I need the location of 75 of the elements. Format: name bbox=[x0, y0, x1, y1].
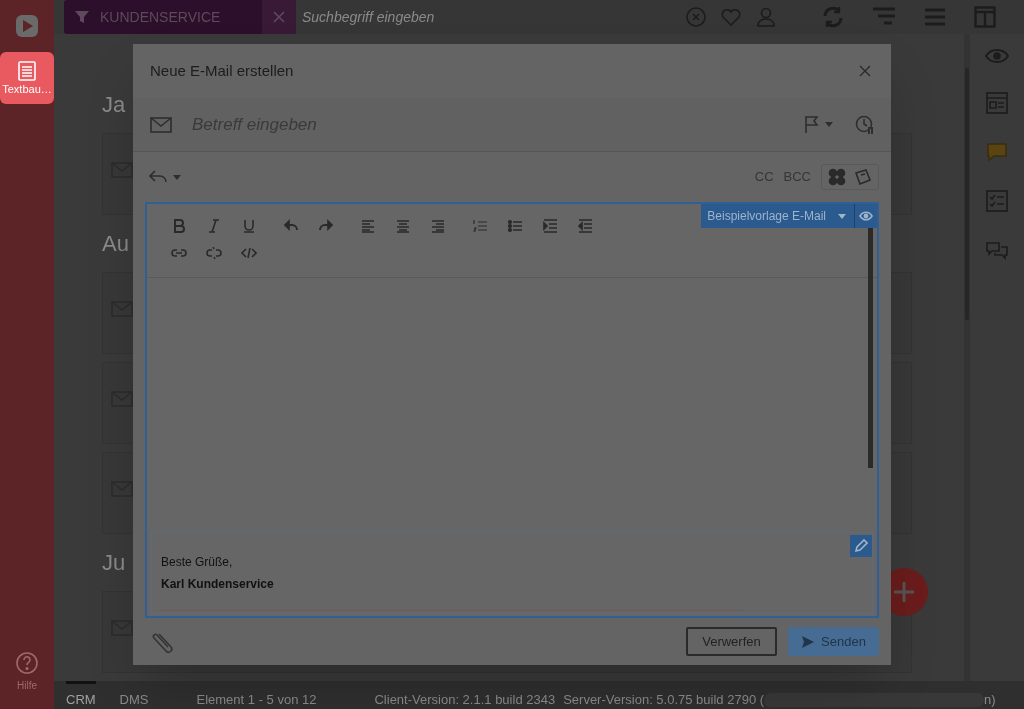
code-icon[interactable] bbox=[241, 246, 257, 260]
reply-button[interactable] bbox=[149, 170, 181, 184]
app-logo-icon bbox=[15, 14, 39, 38]
align-left-icon[interactable] bbox=[361, 219, 375, 233]
server-version: Server-Version: 5.0.75 build 2790 ( bbox=[563, 691, 765, 709]
redo-icon[interactable] bbox=[319, 219, 333, 233]
textblocks-button[interactable]: Textbau… bbox=[0, 52, 54, 104]
clock-icon[interactable] bbox=[855, 114, 875, 135]
scrollbar-thumb[interactable] bbox=[868, 228, 873, 468]
document-icon bbox=[17, 61, 37, 81]
help-icon bbox=[16, 652, 38, 674]
caret-icon bbox=[173, 174, 181, 180]
bold-icon[interactable] bbox=[172, 219, 186, 233]
help-button[interactable]: Hilfe bbox=[16, 652, 38, 693]
paging-text: Element 1 - 5 von 12 bbox=[196, 691, 317, 709]
dialog-title: Neue E-Mail erstellen bbox=[150, 60, 295, 81]
grid-icon[interactable] bbox=[828, 168, 846, 186]
caret-icon bbox=[825, 122, 833, 127]
align-center-icon[interactable] bbox=[396, 219, 410, 233]
close-icon bbox=[859, 65, 871, 77]
user-icon[interactable] bbox=[756, 7, 776, 27]
envelope-icon bbox=[111, 301, 133, 317]
section-heading: Ja bbox=[102, 91, 126, 119]
layout-icon[interactable] bbox=[974, 6, 996, 28]
bullet-list-icon[interactable] bbox=[508, 219, 522, 233]
envelope-icon bbox=[111, 620, 133, 636]
server-version-end: n) bbox=[984, 691, 996, 709]
heart-icon[interactable] bbox=[720, 7, 742, 27]
signature-greeting: Beste Grüße, bbox=[161, 554, 234, 571]
underline-icon[interactable] bbox=[242, 219, 256, 233]
reply-icon bbox=[149, 170, 167, 184]
refresh-icon[interactable] bbox=[822, 6, 844, 28]
caret-icon bbox=[838, 213, 846, 219]
filter-icon bbox=[74, 9, 90, 25]
clear-search-icon[interactable] bbox=[686, 7, 706, 27]
signature-name: Karl Kundenservice bbox=[161, 576, 275, 593]
pencil-icon bbox=[854, 539, 868, 553]
link-icon[interactable] bbox=[171, 246, 187, 260]
search-field[interactable]: Suchbegriff eingeben bbox=[302, 6, 682, 28]
section-heading: Au bbox=[102, 230, 129, 258]
numbered-list-icon[interactable] bbox=[473, 219, 487, 233]
checklist-icon[interactable] bbox=[986, 190, 1008, 212]
envelope-icon bbox=[150, 116, 172, 133]
chat-icon[interactable] bbox=[986, 142, 1008, 162]
close-icon bbox=[273, 11, 285, 23]
align-right-icon[interactable] bbox=[431, 219, 445, 233]
filter-chip[interactable]: KUNDENSERVICE bbox=[64, 0, 296, 34]
client-version: Client-Version: 2.1.1 build 2343 bbox=[374, 691, 556, 709]
send-icon bbox=[801, 634, 816, 649]
comments-icon[interactable] bbox=[985, 240, 1009, 262]
envelope-icon bbox=[111, 162, 133, 178]
envelope-icon bbox=[111, 391, 133, 407]
eye-icon bbox=[859, 211, 873, 221]
sort-icon[interactable] bbox=[872, 6, 896, 28]
indent-icon[interactable] bbox=[543, 219, 557, 233]
eye-icon[interactable] bbox=[985, 48, 1009, 64]
envelope-icon bbox=[111, 481, 133, 497]
section-heading: Ju bbox=[102, 549, 126, 577]
unlink-icon[interactable] bbox=[206, 246, 222, 260]
outdent-icon[interactable] bbox=[578, 219, 592, 233]
signature-block[interactable]: Beste Grüße, Karl Kundenservice bbox=[151, 532, 873, 614]
flag-button[interactable] bbox=[805, 115, 833, 134]
flag-icon bbox=[805, 115, 819, 134]
italic-icon[interactable] bbox=[207, 219, 221, 233]
clear-filter-button[interactable] bbox=[262, 0, 296, 34]
discard-button[interactable]: Verwerfen bbox=[686, 627, 777, 656]
menu-icon[interactable] bbox=[924, 7, 946, 27]
status-tab[interactable]: DMS bbox=[119, 681, 149, 709]
editor-area[interactable]: Beispielvorlage E-Mail Beste Grüße, Karl Kundenservice bbox=[145, 202, 879, 618]
close-button[interactable] bbox=[859, 65, 871, 77]
edit-signature-button[interactable] bbox=[850, 535, 872, 557]
plus-icon bbox=[892, 580, 916, 604]
status-tab[interactable]: CRM bbox=[66, 681, 96, 709]
newspaper-icon[interactable] bbox=[986, 92, 1008, 114]
undo-icon[interactable] bbox=[284, 219, 298, 233]
